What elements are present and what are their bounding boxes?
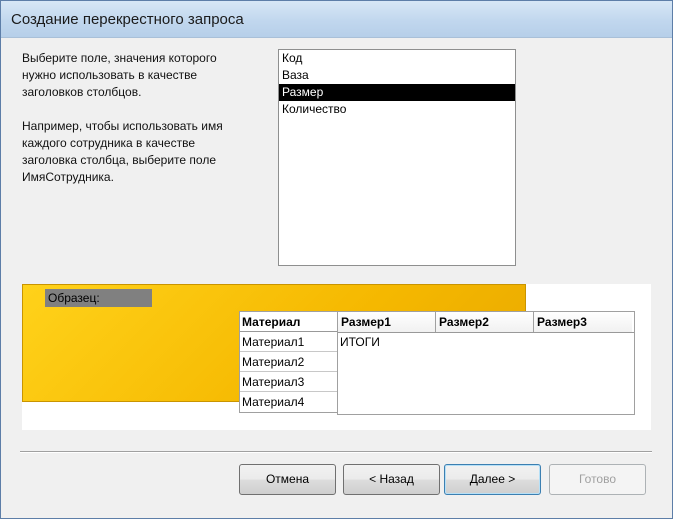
column-header: Размер2 (436, 312, 534, 332)
column-header: Размер3 (534, 312, 632, 332)
field-listbox[interactable]: Код Ваза Размер Количество (278, 49, 516, 266)
example-line: каждого сотрудника в качестве (22, 136, 196, 150)
column-header-row: Размер1 Размер2 Размер3 (338, 312, 634, 333)
title-bar: Создание перекрестного запроса (1, 1, 672, 38)
row-value: Материал2 (240, 352, 338, 372)
row-value: Материал3 (240, 372, 338, 392)
row-header-column: Материал Материал1 Материал2 Материал3 М… (239, 311, 339, 413)
field-item-razmer[interactable]: Размер (279, 84, 515, 101)
field-item-kolichestvo[interactable]: Количество (279, 101, 515, 118)
example-line: ИмяСотрудника. (22, 170, 114, 184)
cancel-button[interactable]: Отмена (239, 464, 336, 495)
column-headers-grid: Размер1 Размер2 Размер3 ИТОГИ (337, 311, 635, 415)
totals-label: ИТОГИ (340, 335, 380, 349)
example-text: Например, чтобы использовать имя каждого… (22, 118, 242, 186)
instruction-line: заголовков столбцов. (22, 85, 142, 99)
row-value: Материал4 (242, 395, 305, 409)
separator-line (20, 451, 652, 453)
instruction-text: Выберите поле, значения которого нужно и… (22, 50, 242, 101)
finish-button[interactable]: Готово (549, 464, 646, 495)
example-line: заголовка столбца, выберите поле (22, 153, 217, 167)
back-button[interactable]: < Назад (343, 464, 440, 495)
crosstab-wizard-dialog: Создание перекрестного запроса Выберите … (0, 0, 673, 519)
example-line: Например, чтобы использовать имя (22, 119, 223, 133)
field-item-kod[interactable]: Код (279, 50, 515, 67)
row-header-title: Материал (240, 312, 338, 332)
row-value: Материал1 (240, 332, 338, 352)
sample-label: Образец: (45, 289, 152, 307)
field-item-vaza[interactable]: Ваза (279, 67, 515, 84)
window-title: Создание перекрестного запроса (11, 11, 244, 28)
sample-preview: Образец: Материал Материал1 Материал2 Ма… (22, 284, 651, 430)
instruction-line: нужно использовать в качестве (22, 68, 198, 82)
instruction-line: Выберите поле, значения которого (22, 51, 217, 65)
next-button[interactable]: Далее > (444, 464, 541, 495)
column-header: Размер1 (338, 312, 436, 332)
